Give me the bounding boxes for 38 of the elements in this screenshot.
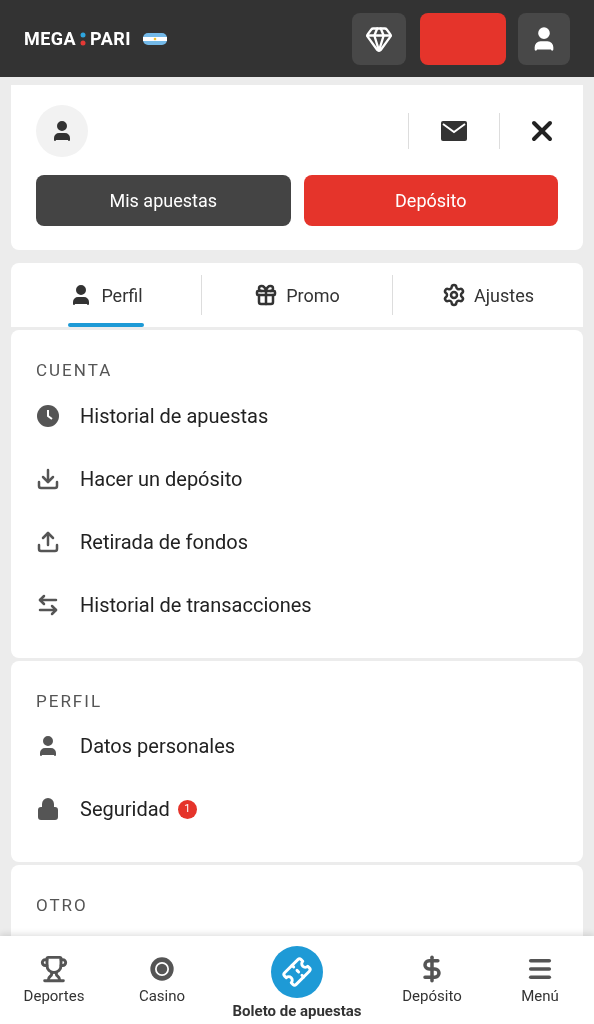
gift-icon [254, 283, 279, 307]
section-title: CUENTA [36, 359, 114, 382]
lock-icon [36, 797, 60, 821]
mail-icon [441, 121, 467, 141]
menu-item[interactable]: Historial de transacciones [36, 572, 558, 637]
nav-item[interactable]: Depósito [378, 936, 486, 1024]
diamond-icon [365, 24, 393, 53]
logo-text: PARI [90, 27, 131, 51]
logo-dots-icon [80, 30, 87, 47]
transfer-icon [36, 592, 60, 617]
tab[interactable]: Ajustes [393, 263, 583, 327]
profile-button[interactable] [518, 12, 570, 65]
nav-item[interactable]: Boleto de apuestas [216, 936, 378, 1024]
upload-icon [36, 529, 60, 554]
trophy-icon [40, 954, 68, 983]
tab[interactable]: Promo [202, 263, 392, 327]
logo-text: MEGA [24, 27, 77, 51]
flag-icon [142, 32, 167, 45]
clock-icon [36, 403, 60, 428]
deposit-button[interactable]: Depósito [303, 175, 558, 226]
header-button[interactable] [420, 12, 506, 65]
settings-icon [442, 283, 466, 307]
nav-item[interactable]: Menú [486, 936, 594, 1024]
tab[interactable]: Perfil [11, 263, 201, 327]
menu-item[interactable]: Historial de apuestas [36, 383, 558, 448]
my-bets-button[interactable]: Mis apuestas [36, 175, 291, 226]
menu-item[interactable]: Datos personales [36, 714, 558, 778]
notification-badge: 1 [177, 799, 197, 819]
section-title: PERFIL [36, 689, 104, 713]
download-icon [36, 466, 60, 491]
menu-item[interactable]: Seguridad 1 [36, 777, 558, 841]
vip-button[interactable] [352, 12, 406, 65]
menu-item[interactable]: Hacer un depósito [36, 446, 558, 511]
chip-icon [148, 954, 176, 983]
nav-item[interactable]: Casino [108, 936, 216, 1024]
nav-item[interactable]: Deportes [0, 936, 108, 1024]
section-title: OTRO [36, 894, 89, 917]
menu-item[interactable]: Retirada de fondos [36, 509, 558, 574]
